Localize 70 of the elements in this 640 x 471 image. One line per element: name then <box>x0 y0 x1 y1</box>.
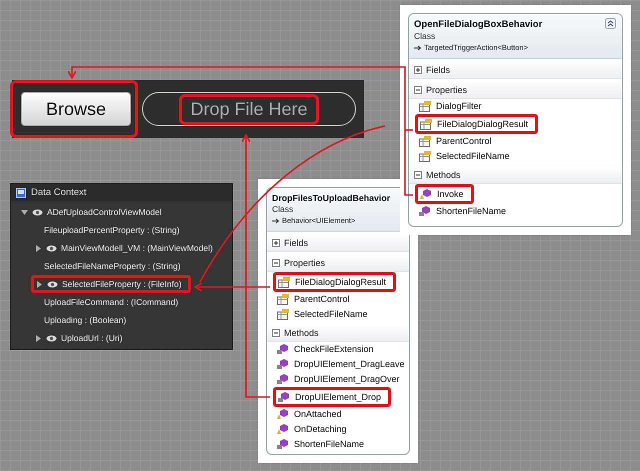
section-header[interactable]: Properties <box>267 254 409 272</box>
private-method-icon <box>277 439 289 450</box>
section-header[interactable]: Methods <box>267 324 409 342</box>
collapse-icon[interactable] <box>605 18 616 29</box>
member-item[interactable]: ShortenFileName <box>415 204 514 219</box>
tree-item[interactable]: ADefUploadControlViewModel <box>17 204 170 220</box>
member-item[interactable]: ParentControl <box>415 134 500 149</box>
tree-item[interactable]: UploadFileCommand : (ICommand) <box>40 294 186 310</box>
tree-item[interactable]: SelectedFileNameProperty : (String) <box>40 258 189 274</box>
property-icon <box>277 294 289 305</box>
eye-icon <box>46 244 57 252</box>
member-item[interactable]: SelectedFileName <box>273 307 376 322</box>
collapse-icon[interactable] <box>272 258 280 266</box>
tree-item[interactable]: Uploading : (Boolean) <box>40 312 134 328</box>
expand-icon[interactable] <box>36 280 43 288</box>
expand-icon[interactable] <box>414 66 422 74</box>
member-item[interactable]: SelectedFileName <box>415 149 518 164</box>
eye-icon <box>46 334 57 342</box>
member-item[interactable]: OnAttached <box>273 407 350 422</box>
inherits-arrow-icon <box>272 218 280 224</box>
private-method-icon <box>277 359 289 370</box>
expand-icon[interactable] <box>35 334 42 342</box>
protected-method-icon <box>277 424 289 435</box>
eye-icon <box>32 208 43 216</box>
member-item[interactable]: FileDialogDialogResult <box>415 114 538 134</box>
inherits-arrow-icon <box>414 44 422 50</box>
eye-icon <box>47 280 58 288</box>
class-type: Class <box>414 31 436 41</box>
collapse-icon[interactable] <box>414 86 422 94</box>
member-item[interactable]: FileDialogDialogResult <box>273 272 396 292</box>
section-header[interactable]: Methods <box>409 166 622 184</box>
private-method-icon <box>419 206 431 217</box>
private-method-icon <box>278 392 290 402</box>
member-item[interactable]: Invoke <box>415 184 474 204</box>
drop-zone[interactable]: Drop File Here <box>142 92 356 126</box>
member-item[interactable]: CheckFileExtension <box>273 342 382 357</box>
member-item[interactable]: DropUIElement_Drop <box>273 387 392 407</box>
section-header[interactable]: Properties <box>409 81 622 99</box>
protected-method-icon <box>277 409 289 420</box>
private-method-icon <box>277 344 289 355</box>
browse-button[interactable]: Browse <box>21 92 131 126</box>
tree-item[interactable]: UploadUrl : (Uri) <box>31 330 130 346</box>
property-icon <box>419 101 431 112</box>
property-icon <box>278 276 290 288</box>
tree-item[interactable]: MainViewModell_VM : (MainViewModel) <box>31 240 221 256</box>
drop-zone-label: Drop File Here <box>179 94 319 124</box>
collapse-icon[interactable] <box>21 208 28 216</box>
member-item[interactable]: ShortenFileName <box>273 437 372 452</box>
member-item[interactable]: DropUIElement_DragOver <box>273 372 408 387</box>
class-name: DropFilesToUploadBehavior <box>272 193 392 203</box>
collapse-icon[interactable] <box>414 170 422 178</box>
class-type: Class <box>272 204 294 214</box>
property-icon <box>277 309 289 320</box>
property-icon <box>419 151 431 162</box>
member-item[interactable]: DialogFilter <box>415 99 490 114</box>
expand-icon[interactable] <box>35 244 42 252</box>
expand-icon[interactable] <box>272 238 280 246</box>
private-method-icon <box>277 374 289 385</box>
panel-title: Data Context <box>31 187 86 198</box>
property-icon <box>420 118 432 130</box>
member-item[interactable]: DropUIElement_DragLeave <box>273 357 409 372</box>
member-item[interactable]: ParentControl <box>273 292 358 307</box>
class-name: OpenFileDialogBoxBehavior <box>414 19 544 30</box>
collapse-icon[interactable] <box>272 328 280 336</box>
member-item[interactable]: OnDetaching <box>273 422 355 437</box>
database-icon <box>16 188 26 198</box>
protected-method-icon <box>420 188 432 200</box>
tree-item[interactable]: FileuploadPercentProperty : (String) <box>40 222 188 238</box>
tree-item[interactable]: SelectedFileProperty : (FileInfo) <box>31 275 191 293</box>
property-icon <box>419 136 431 147</box>
